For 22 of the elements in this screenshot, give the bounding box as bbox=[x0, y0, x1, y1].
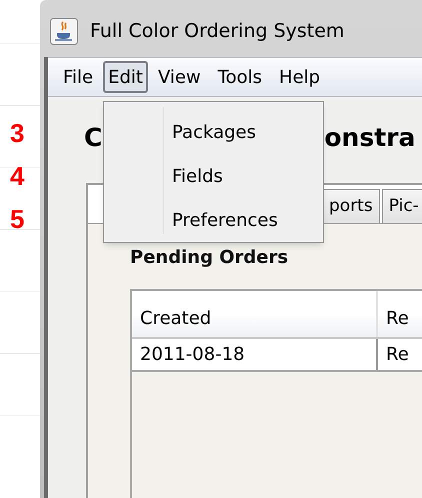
table-cell: 2011-08-18 bbox=[132, 339, 378, 370]
section-title: Pending Orders bbox=[130, 246, 290, 270]
annotation-number: 3 bbox=[10, 117, 24, 150]
tab[interactable]: ports bbox=[322, 189, 380, 223]
menu-item[interactable]: Help bbox=[272, 61, 328, 93]
java-cup-icon bbox=[50, 18, 78, 44]
column-header[interactable]: Re bbox=[378, 291, 422, 337]
window-title: Full Color Ordering System bbox=[90, 18, 344, 44]
menu-option[interactable]: Fields bbox=[172, 160, 323, 194]
menu-option[interactable]: Packages bbox=[172, 116, 323, 150]
menu-item[interactable]: Tools bbox=[210, 61, 270, 93]
menu-item[interactable]: File bbox=[56, 61, 100, 93]
menu-item[interactable]: View bbox=[150, 61, 208, 93]
menu-option[interactable]: Preferences bbox=[172, 204, 323, 238]
tab[interactable]: Pic- bbox=[382, 189, 422, 223]
table-cell-text: Re bbox=[385, 343, 410, 367]
column-header[interactable]: Created bbox=[132, 291, 378, 337]
heading-text: C bbox=[84, 122, 102, 154]
annotation-number: 5 bbox=[10, 203, 24, 236]
annotation-number: 4 bbox=[10, 160, 24, 193]
heading-text: onstra bbox=[324, 122, 416, 154]
menu-item[interactable]: Edit bbox=[103, 61, 148, 93]
